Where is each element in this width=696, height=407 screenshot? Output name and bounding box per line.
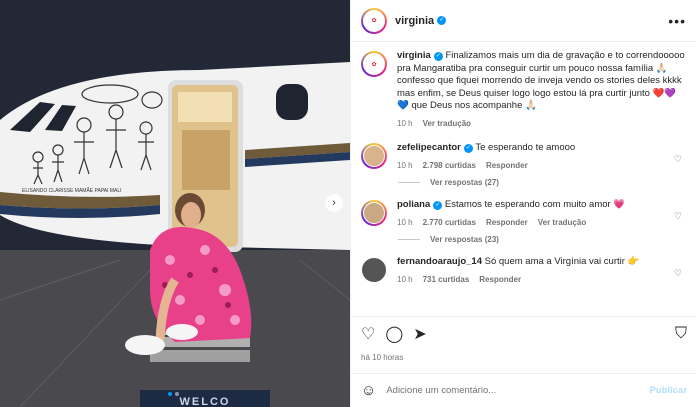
verified-icon: ✓ [437,16,447,25]
comment-avatar[interactable] [361,257,387,283]
welcome-mat-text: WELCO [140,390,270,407]
reply-link[interactable]: Responder [486,160,528,173]
caption-block: ✿ virginia ✓ Finalizamos mais um dia de g… [361,50,686,130]
next-photo-button[interactable]: › [325,194,343,212]
carousel-dots [168,392,179,396]
comment-item: poliana ✓ Estamos te esperando com muito … [361,199,686,229]
comment-time: 10 h [397,274,413,284]
post-photo[interactable]: ELISANDO CLARISSE MAMÃE PAPAI MALI › WEL… [0,0,350,407]
comment-text: Te esperando te amooo [475,142,576,153]
reply-link[interactable]: Responder [486,217,528,230]
comment-time: 10 h [397,160,413,170]
add-comment-bar: ☺ Publicar [351,373,696,407]
comment-likes[interactable]: 731 curtidas [423,274,470,287]
comment-likes[interactable]: 2.770 curtidas [423,217,476,230]
verified-icon: ✓ [433,201,443,210]
comment-text: Estamos te esperando com muito amor 💗 [444,199,626,210]
comment-icon[interactable]: ◯ [385,324,403,344]
comment-item: fernandoaraujo_14 Só quem ama a Virgínia… [361,256,686,286]
comment-username[interactable]: fernandoaraujo_14 [397,256,482,267]
comment-likes[interactable]: 2.798 curtidas [423,160,476,173]
comment-translate-link[interactable]: Ver tradução [538,217,586,230]
heart-icon[interactable]: ♡ [674,154,682,165]
comment-username[interactable]: zefelipecantor [397,142,461,153]
comment-item: zefelipecantor ✓ Te esperando te amooo 10… [361,142,686,172]
comments-list: ✿ virginia ✓ Finalizamos mais um dia de g… [351,42,696,312]
author-avatar[interactable]: ✿ [361,7,387,34]
carousel-dot-active [168,392,172,396]
verified-icon: ✓ [433,52,443,61]
more-icon[interactable]: ••• [668,13,686,29]
reply-link[interactable]: Responder [479,274,521,287]
comment-username[interactable]: poliana [397,199,430,210]
comment-avatar[interactable] [361,200,387,226]
caption-username[interactable]: virginia [397,50,431,61]
post-date: há 10 horas [361,353,404,362]
photo-scene: ELISANDO CLARISSE MAMÃE PAPAI MALI [0,0,350,407]
comment-text: Só quem ama a Virgínia vai curtir 👉 [484,256,640,267]
comment-time: 10 h [397,217,413,227]
view-replies-link[interactable]: Ver respostas (27) [398,178,686,187]
action-bar: ♡ ◯ ➤ ⛉ há 10 horas [351,316,696,362]
heart-icon[interactable]: ♡ [361,324,375,344]
post-side-panel: ✿ virginia ✓ ••• ✿ virginia ✓ Finalizamos… [350,0,696,407]
comment-input[interactable] [386,385,650,396]
post-header: ✿ virginia ✓ ••• [351,0,696,42]
verified-icon: ✓ [463,144,473,153]
save-icon[interactable]: ⛉ [675,325,687,343]
emoji-icon[interactable]: ☺ [361,382,376,399]
publish-button[interactable]: Publicar [650,385,688,396]
caption-translate-link[interactable]: Ver tradução [423,118,471,131]
comment-avatar[interactable] [361,143,387,169]
heart-icon[interactable]: ♡ [674,211,682,222]
view-replies-link[interactable]: Ver respostas (23) [398,235,686,244]
drawing-names: ELISANDO CLARISSE MAMÃE PAPAI MALI [22,187,122,194]
caption-avatar[interactable]: ✿ [361,51,387,77]
share-icon[interactable]: ➤ [413,324,426,344]
author-username[interactable]: virginia [395,15,434,27]
carousel-dot [175,392,179,396]
caption-time: 10 h [397,118,413,128]
heart-icon[interactable]: ♡ [674,268,682,279]
